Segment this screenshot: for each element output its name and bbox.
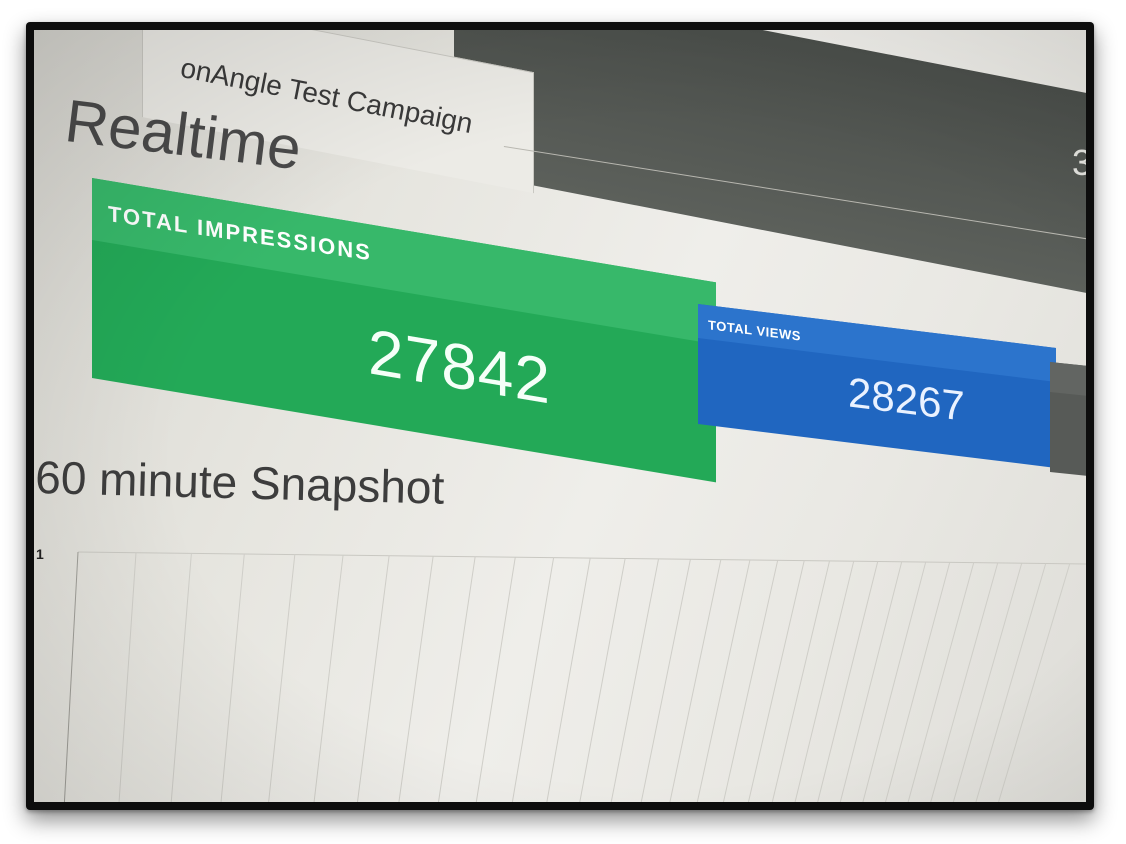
- gridline-x: [268, 554, 296, 802]
- gridline-x: [511, 557, 555, 802]
- gridline-x: [722, 560, 779, 802]
- total-impressions-card: TOTAL IMPRESSIONS 27842: [92, 178, 716, 483]
- total-views-label: TOTAL VIEWS: [708, 317, 801, 344]
- gridline-x: [220, 553, 245, 802]
- gridline-x: [356, 555, 390, 802]
- total-impressions-value: 27842: [368, 315, 551, 418]
- gridline-x: [63, 551, 79, 802]
- gridline-x: [669, 559, 722, 802]
- gridline-x: [475, 557, 516, 802]
- gridline-x: [794, 561, 855, 802]
- total-views-card: TOTAL VIEWS 28267: [698, 304, 1056, 468]
- gridline-x: [771, 560, 830, 802]
- dashboard-screen: 3 onAngle Test Campaign Realtime TOTAL I…: [34, 30, 1086, 802]
- gridline-x: [313, 555, 344, 802]
- total-views-value: 28267: [848, 368, 965, 430]
- gridline-x: [546, 558, 591, 802]
- gridline-x: [170, 553, 192, 802]
- snapshot-chart: 1: [34, 530, 1086, 802]
- snapshot-title: 60 minute Snapshot: [34, 450, 446, 514]
- gridline-x: [640, 559, 691, 802]
- gridline-x: [118, 552, 137, 802]
- third-stat-card: [1050, 362, 1086, 479]
- gridline-x: [998, 563, 1071, 802]
- gridline-y-1: [77, 551, 1086, 565]
- gridline-x: [398, 556, 434, 802]
- chart-grid: [63, 551, 1086, 802]
- gridline-x: [817, 561, 879, 802]
- gridline-x: [610, 558, 660, 802]
- total-impressions-label: TOTAL IMPRESSIONS: [108, 200, 372, 266]
- card-header: [1050, 362, 1086, 399]
- header-right-value: 3: [1072, 142, 1086, 183]
- gridline-x: [696, 559, 751, 802]
- card-header: TOTAL VIEWS: [698, 304, 1056, 382]
- gridline-x: [747, 560, 805, 802]
- gridline-x: [438, 556, 476, 802]
